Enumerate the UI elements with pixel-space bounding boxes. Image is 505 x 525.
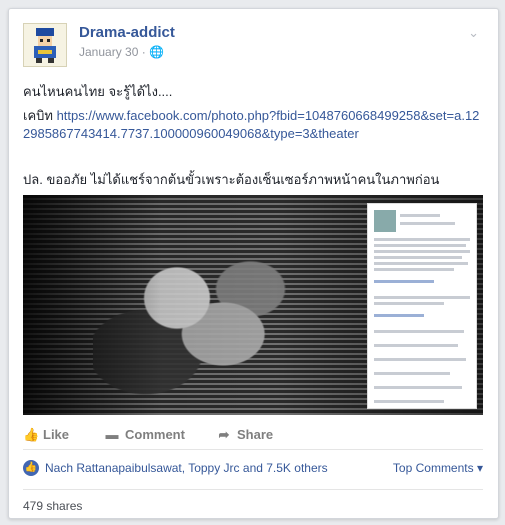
author-name[interactable]: Drama-addict	[79, 24, 175, 41]
screenshot-line	[374, 238, 470, 241]
post-date[interactable]: January 30 ·	[79, 45, 149, 59]
screenshot-line	[374, 250, 470, 253]
globe-icon: 🌐	[149, 45, 164, 59]
avatar[interactable]	[23, 23, 67, 67]
screenshot-line	[374, 280, 434, 283]
post-text-line1: คนไหนคนไทย จะรู้ได้ไง....	[23, 84, 173, 99]
comment-button[interactable]: ▬ Comment	[105, 427, 185, 442]
post-card: Drama-addict January 30 · 🌐 ⌄ คนไหนคนไทย…	[8, 8, 499, 519]
embedded-screenshot	[367, 203, 477, 409]
post-actions: 👍 Like ▬ Comment ➦ Share	[23, 423, 483, 450]
comment-icon: ▬	[105, 427, 119, 442]
share-label: Share	[237, 427, 274, 442]
thumbs-up-icon: 👍	[23, 427, 40, 442]
screenshot-line	[400, 222, 455, 225]
top-comments-label: Top Comments	[392, 461, 474, 475]
screenshot-line	[374, 256, 462, 259]
like-badge-icon: 👍	[23, 460, 39, 476]
post-meta: January 30 · 🌐	[79, 45, 164, 59]
post-text-line3: ปล. ขออภัย ไม่ได้แชร์จากต้นขั้วเพราะต้อง…	[23, 172, 440, 187]
screenshot-line	[374, 400, 444, 403]
screenshot-line	[374, 302, 444, 305]
screenshot-line	[374, 314, 424, 317]
share-button[interactable]: ➦ Share	[217, 427, 274, 443]
screenshot-line	[374, 358, 466, 361]
reactions-bar: 👍 Nach Rattanapaibulsawat, Toppy Jrc and…	[23, 459, 483, 483]
screenshot-line	[374, 330, 464, 333]
screenshot-line	[374, 344, 458, 347]
screenshot-avatar	[374, 210, 396, 232]
credit-prefix: เคบิท	[23, 108, 57, 123]
screenshot-line	[374, 268, 454, 271]
avatar-cartoon-icon	[34, 28, 56, 63]
top-comments-dropdown[interactable]: Top Comments ▾	[393, 461, 483, 475]
post-photo[interactable]	[23, 195, 483, 415]
post-header: Drama-addict January 30 · 🌐 ⌄	[23, 23, 483, 67]
post-credit: เคบิท https://www.facebook.com/photo.php…	[23, 107, 485, 143]
screenshot-line	[374, 372, 450, 375]
shares-count[interactable]: 479 shares	[23, 499, 82, 513]
like-button[interactable]: 👍 Like	[23, 427, 69, 443]
comment-label: Comment	[125, 427, 185, 442]
chevron-down-icon[interactable]: ⌄	[468, 25, 479, 41]
like-label: Like	[43, 427, 70, 442]
divider	[23, 489, 483, 490]
screenshot-line	[374, 296, 470, 299]
share-arrow-icon: ➦	[218, 427, 230, 442]
screenshot-line	[374, 262, 468, 265]
credit-link[interactable]: https://www.facebook.com/photo.php?fbid=…	[23, 108, 479, 141]
caret-down-icon: ▾	[476, 461, 483, 475]
screenshot-line	[374, 386, 462, 389]
likers-text[interactable]: Nach Rattanapaibulsawat, Toppy Jrc and 7…	[45, 461, 328, 475]
screenshot-line	[400, 214, 440, 217]
screenshot-line	[374, 244, 466, 247]
